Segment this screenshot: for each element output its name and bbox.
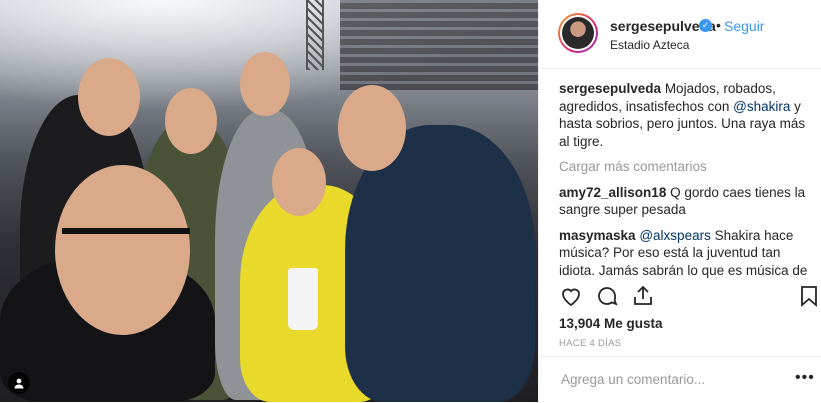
comment-username[interactable]: masymaska <box>559 228 636 243</box>
post-photo[interactable] <box>0 0 538 402</box>
avatar[interactable] <box>558 13 598 53</box>
follow-button[interactable]: Seguir <box>724 18 764 34</box>
comment-icon[interactable] <box>595 284 619 308</box>
load-more-comments[interactable]: Cargar más comentarios <box>559 158 814 176</box>
comment-username[interactable]: amy72_allison18 <box>559 185 666 200</box>
face <box>272 148 326 216</box>
face <box>165 88 217 154</box>
location-link[interactable]: Estadio Azteca <box>610 38 689 52</box>
bookmark-icon[interactable] <box>797 284 821 308</box>
caption-username[interactable]: sergesepulveda <box>559 81 661 96</box>
caption-mention[interactable]: @shakira <box>733 99 790 114</box>
comment-mention[interactable]: @alxspears <box>639 228 710 243</box>
more-options-icon[interactable]: ••• <box>795 369 815 387</box>
separator-dot: • <box>716 17 721 33</box>
face <box>240 52 290 116</box>
add-comment-input[interactable] <box>559 371 783 388</box>
white-cup <box>288 268 318 330</box>
comment-item: amy72_allison18 Q gordo caes tienes la s… <box>559 184 814 219</box>
comment-item: masymaska @alxspears Shakira hace música… <box>559 227 814 279</box>
action-bar <box>559 284 821 308</box>
caption: sergesepulveda Mojados, robados, agredid… <box>559 80 814 150</box>
verified-badge-icon: ✓ <box>699 19 712 32</box>
add-comment-row: ••• <box>539 356 821 403</box>
heart-icon[interactable] <box>559 284 583 308</box>
user-tag-icon[interactable] <box>8 372 30 394</box>
face <box>338 85 406 171</box>
share-icon[interactable] <box>631 284 655 308</box>
post-timestamp[interactable]: HACE 4 DÍAS <box>559 338 621 349</box>
comments-list[interactable]: sergesepulveda Mojados, robados, agredid… <box>559 80 814 278</box>
stadium-stands <box>340 0 538 90</box>
likes-count[interactable]: 13,904 Me gusta <box>559 316 663 331</box>
face <box>78 58 140 136</box>
glasses <box>62 228 190 272</box>
post-sidebar: sergesepulveda ✓ • Seguir Estadio Azteca… <box>538 0 821 402</box>
stage-truss <box>306 0 324 70</box>
post-header: sergesepulveda ✓ • Seguir Estadio Azteca <box>539 0 821 69</box>
